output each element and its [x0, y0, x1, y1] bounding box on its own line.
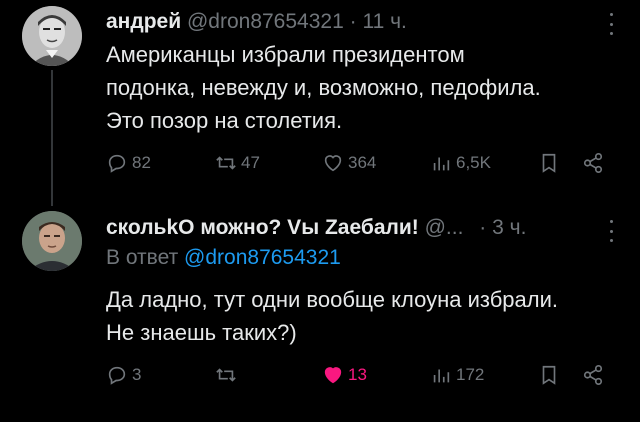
author-handle[interactable]: @...: [425, 216, 464, 239]
reply-prefix: В ответ: [106, 246, 179, 269]
tweet-text: Да ладно, тут одни вообще клоуна избрали…: [106, 283, 626, 349]
reply-button[interactable]: 3: [106, 362, 141, 388]
reply-context: В ответ @dron87654321: [106, 246, 341, 270]
tweet-original[interactable]: андрей @dron87654321 · 11 ч. Американцы …: [0, 0, 640, 206]
reply-count: 3: [132, 365, 142, 384]
author-name[interactable]: скольkО можно? Vы Zаебали!: [106, 216, 419, 239]
repost-icon: [216, 156, 236, 170]
tweet-header: андрей @dron87654321 · 11 ч.: [106, 10, 407, 34]
bookmark-button[interactable]: [538, 150, 560, 176]
share-button[interactable]: [582, 362, 604, 388]
author-handle[interactable]: @dron87654321: [187, 10, 344, 33]
tweet-text-line: Американцы избрали президентом: [106, 42, 465, 67]
like-button[interactable]: 364: [322, 150, 376, 176]
avatar-photo: [22, 211, 82, 271]
views-count: 172: [456, 365, 485, 384]
share-icon: [583, 365, 603, 385]
repost-count: 47: [241, 153, 260, 172]
tweet-text-line: подонка, невежду и, возможно, педофила.: [106, 75, 541, 100]
views-icon: [433, 369, 450, 383]
repost-icon: [216, 368, 236, 382]
views-icon: [433, 157, 450, 171]
like-button[interactable]: 13: [322, 362, 367, 388]
tweet-text: Американцы избрали президентом подонка, …: [106, 38, 626, 137]
share-button[interactable]: [582, 150, 604, 176]
repost-button[interactable]: 47: [215, 150, 260, 176]
tweet-header: скольkО можно? Vы Zаебали! @... · 3 ч.: [106, 216, 526, 240]
bookmark-icon: [542, 365, 556, 385]
views-count: 6,5K: [456, 153, 491, 172]
like-count: 13: [348, 365, 367, 384]
views-button[interactable]: 172: [430, 362, 484, 388]
reply-mention[interactable]: @dron87654321: [184, 246, 341, 269]
more-icon[interactable]: [608, 13, 614, 35]
separator-dot: ·: [349, 10, 357, 33]
like-icon: [324, 367, 342, 384]
tweet-text-line: Да ладно, тут одни вообще клоуна избрали…: [106, 287, 559, 312]
thread-line: [51, 70, 53, 206]
bookmark-icon: [542, 153, 556, 173]
share-icon: [583, 153, 603, 173]
action-bar: 3 13 172: [0, 362, 640, 388]
action-bar: 82 47 364 6,5K: [0, 150, 640, 176]
views-button[interactable]: 6,5K: [430, 150, 491, 176]
avatar[interactable]: [22, 211, 82, 271]
repost-button[interactable]: [215, 362, 241, 388]
tweet-text-line: Это позор на столетия.: [106, 108, 343, 133]
more-icon[interactable]: [608, 220, 614, 242]
like-icon: [324, 155, 342, 172]
tweet-text-line: Не знаешь таких?): [106, 320, 297, 345]
avatar-photo: [22, 6, 82, 66]
avatar[interactable]: [22, 6, 82, 66]
separator-dot: ·: [479, 216, 487, 239]
reply-icon: [108, 366, 126, 385]
timestamp[interactable]: 3 ч.: [492, 216, 526, 239]
author-name[interactable]: андрей: [106, 10, 181, 33]
reply-count: 82: [132, 153, 151, 172]
like-count: 364: [348, 153, 377, 172]
bookmark-button[interactable]: [538, 362, 560, 388]
reply-button[interactable]: 82: [106, 150, 151, 176]
timestamp[interactable]: 11 ч.: [362, 10, 406, 33]
reply-icon: [108, 154, 126, 173]
